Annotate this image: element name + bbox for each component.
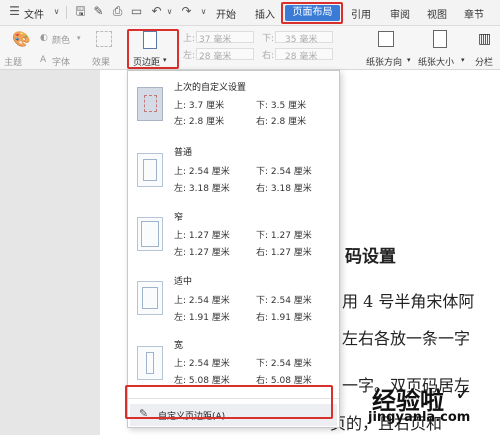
tab-view[interactable]: 视图 [427,6,447,21]
narrow-thumbnail[interactable] [137,217,163,251]
option-value: 左: 1.27 厘米 [174,248,230,258]
option-value: 左: 3.18 厘米 [174,184,230,194]
ribbon-toolbar: 🎨 主题 ◐ 颜色 ▾ A 字体 效果 页边距 ▾ 上: 37 毫米 下: 35… [0,26,500,70]
undo-dropdown-icon[interactable]: ∨ [163,5,176,18]
normal-thumbnail[interactable] [137,153,163,187]
doc-line: 左右各放一条一字 [342,329,471,348]
option-wide-title[interactable]: 宽 [174,338,183,351]
option-normal-title[interactable]: 普通 [174,145,192,158]
margins-highlight-box [127,29,179,69]
paper-size-label[interactable]: 纸张大小 [418,55,454,68]
option-value: 下: 2.54 厘米 [256,359,312,369]
doc-line: 用 4 号半角宋体阿 [342,292,475,311]
file-menu[interactable]: 文件 [24,6,44,21]
tab-highlight-box [281,2,343,24]
undo-icon[interactable]: ↶ [150,5,163,18]
font-icon[interactable]: A [40,55,46,65]
tab-insert[interactable]: 插入 [255,6,275,21]
columns-label[interactable]: 分栏 [475,55,493,68]
tab-review[interactable]: 审阅 [390,6,410,21]
option-value: 左: 1.91 厘米 [174,313,230,323]
hamburger-menu-icon[interactable]: ☰ [8,5,21,18]
option-last-custom-title[interactable]: 上次的自定义设置 [174,80,246,93]
option-value: 下: 3.5 厘米 [256,101,307,111]
effect-label[interactable]: 效果 [92,55,110,68]
option-value: 下: 2.54 厘米 [256,296,312,306]
effects-icon[interactable] [96,31,112,47]
watermark-url: jingyanla.com [368,410,471,425]
print-icon[interactable]: ⎙ [111,5,124,18]
bottom-margin-label: 下: [262,34,275,44]
chevron-down-icon[interactable]: ∨ [50,5,63,18]
option-value: 上: 1.27 厘米 [174,231,230,241]
orientation-dropdown-icon[interactable]: ▾ [407,56,411,64]
last-custom-thumbnail[interactable] [137,87,163,121]
print-preview-icon[interactable]: ▭ [130,5,143,18]
option-moderate-title[interactable]: 适中 [174,274,192,287]
paper-size-dropdown-icon[interactable]: ▾ [461,56,465,64]
option-value: 下: 2.54 厘米 [256,167,312,177]
option-value: 右: 1.91 厘米 [256,313,312,323]
theme-icon[interactable]: 🎨 [12,30,31,48]
top-margin-label: 上: [183,34,196,44]
right-margin-label: 右: [262,51,275,61]
margins-dropdown: 上次的自定义设置 上: 3.7 厘米 下: 3.5 厘米 左: 2.8 厘米 右… [127,70,340,428]
option-value: 右: 1.27 厘米 [256,248,312,258]
option-value: 右: 3.18 厘米 [256,184,312,194]
menubar-divider [66,6,67,19]
tab-section[interactable]: 章节 [464,6,484,21]
custom-margins-highlight-box [125,385,333,419]
more-icon[interactable]: ∨ [197,5,210,18]
option-value: 上: 2.54 厘米 [174,167,230,177]
orientation-icon[interactable] [378,31,394,47]
bottom-margin-value: 35 毫米 [285,35,318,45]
color-label[interactable]: 颜色 [52,33,70,46]
option-narrow-title[interactable]: 窄 [174,210,183,223]
font-label[interactable]: 字体 [52,55,70,68]
doc-heading: 码设置 [345,247,396,267]
watermark-check-icon: ✓ [455,381,472,405]
orientation-label[interactable]: 纸张方向 [366,55,402,68]
moderate-thumbnail[interactable] [137,281,163,315]
redo-icon[interactable]: ↷ [180,5,193,18]
option-value: 右: 2.8 厘米 [256,117,307,127]
left-margin-label: 左: [183,51,196,61]
format-painter-icon[interactable]: ✎ [92,5,105,18]
wide-thumbnail[interactable] [137,346,163,380]
option-value: 下: 1.27 厘米 [256,231,312,241]
tab-home[interactable]: 开始 [216,6,236,21]
theme-label[interactable]: 主题 [4,55,22,68]
color-dropdown-icon[interactable]: ▾ [77,34,81,42]
option-value: 上: 2.54 厘米 [174,296,230,306]
left-margin-value: 28 毫米 [199,52,232,62]
paper-size-icon[interactable] [433,30,447,48]
color-swatch-icon[interactable]: ◐ [40,33,48,43]
right-margin-value: 28 毫米 [285,52,318,62]
tab-references[interactable]: 引用 [351,6,371,21]
save-icon[interactable]: 🖫 [74,5,87,18]
option-value: 上: 2.54 厘米 [174,359,230,369]
option-value: 上: 3.7 厘米 [174,101,225,111]
top-margin-value: 37 毫米 [199,35,232,45]
menu-bar: ☰ 文件 ∨ 🖫 ✎ ⎙ ▭ ↶ ∨ ↷ ∨ 开始 插入 页面布局 引用 审阅 … [0,0,500,26]
option-value: 左: 2.8 厘米 [174,117,225,127]
columns-icon[interactable]: ▥ [478,31,491,47]
